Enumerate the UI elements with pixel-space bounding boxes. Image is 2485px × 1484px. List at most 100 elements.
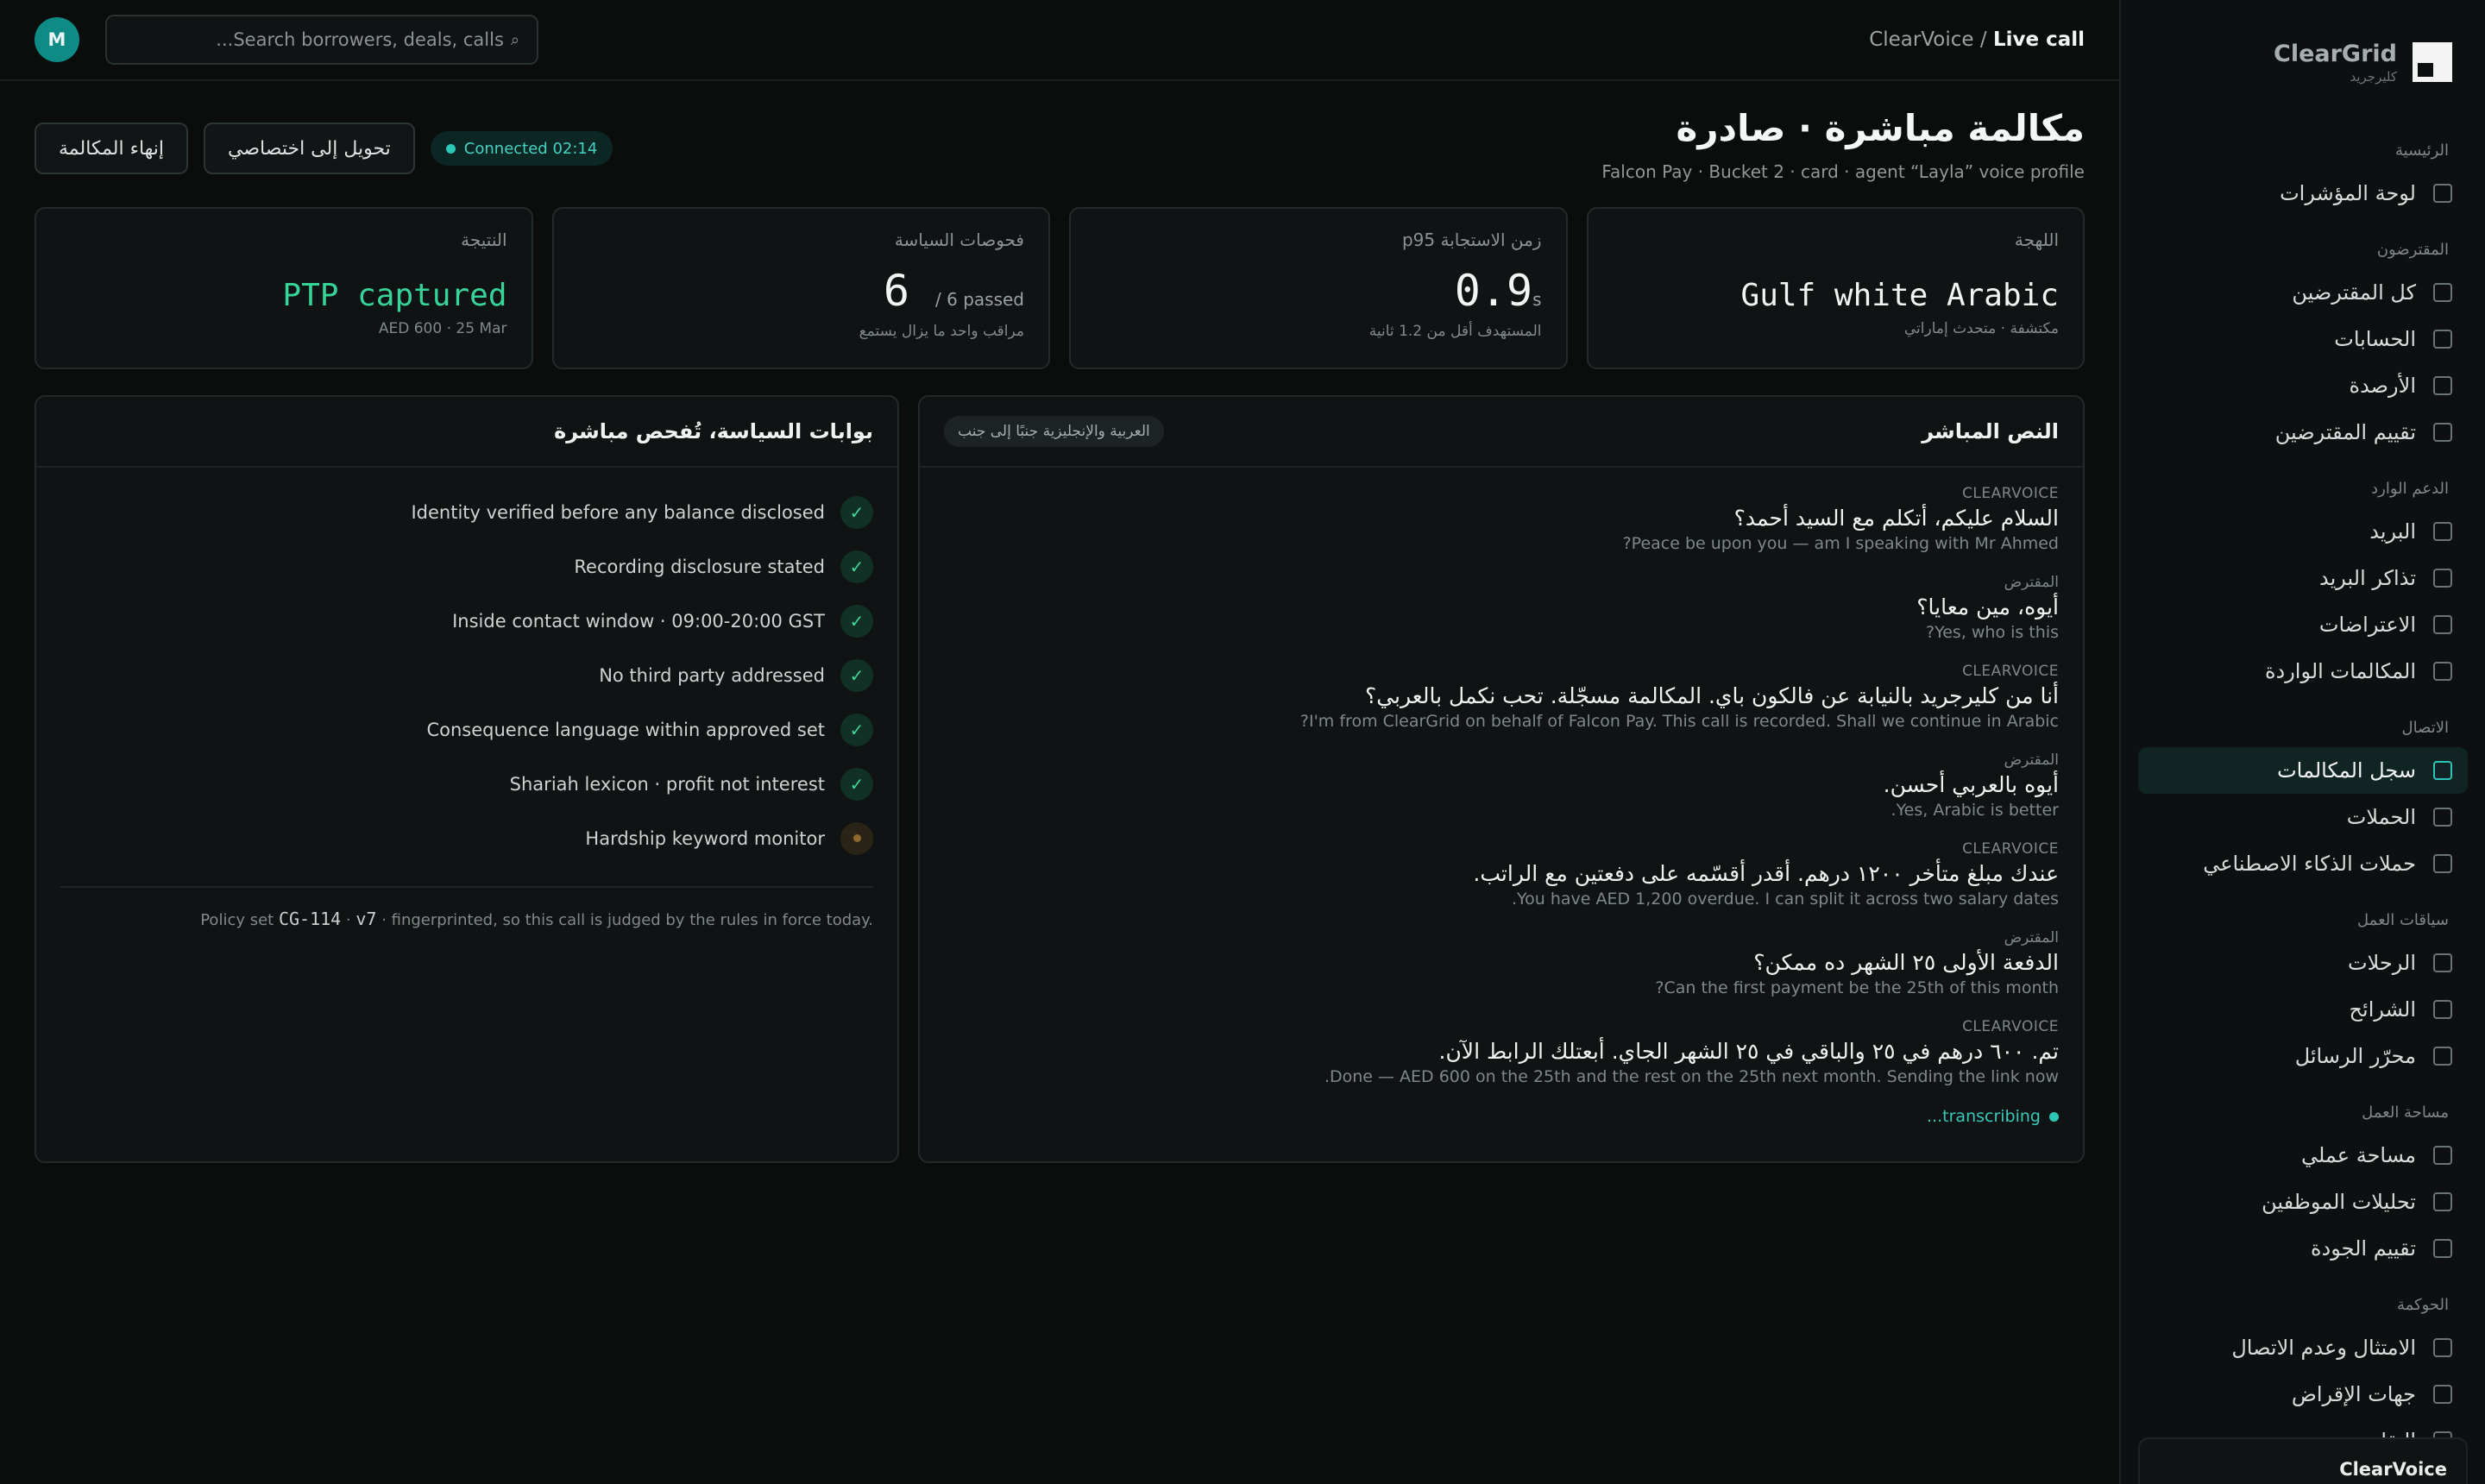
stat-outcome-sub: AED 600 · 25 Mar bbox=[378, 320, 507, 337]
sidebar-item-label: الحملات bbox=[2346, 805, 2416, 829]
transcript-turn: المقترض أيوه بالعربي أحسن. Yes, Arabic is … bbox=[944, 751, 2059, 820]
sidebar-item[interactable]: مساحة عملي bbox=[2138, 1132, 2468, 1179]
nav-section-label: الحوكمة bbox=[2396, 1296, 2449, 1314]
nav-item-icon bbox=[2433, 376, 2452, 395]
sidebar-footer-product[interactable]: ClearVoice bbox=[2138, 1437, 2468, 1484]
app-root: ClearGrid كليرجريد الرئيسية لوحة المؤشرات… bbox=[0, 0, 2485, 1484]
speaker-label: المقترض bbox=[2004, 751, 2059, 769]
transfer-to-specialist-button[interactable]: تحويل إلى اختصاصي bbox=[204, 123, 415, 174]
sidebar-item-label: الاعتراضات bbox=[2318, 613, 2416, 637]
nav-item-icon bbox=[2433, 953, 2452, 972]
policy-gates-panel: بوابات السياسة، تُفحص مباشرة ✓ Identity v… bbox=[35, 395, 899, 1163]
policy-gate-list: ✓ Identity verified before any balance di… bbox=[60, 485, 873, 865]
nav-item-icon bbox=[2433, 1385, 2452, 1404]
connection-status-text: Connected 02:14 bbox=[463, 139, 598, 158]
english-line: You have AED 1,200 overdue. I can split … bbox=[1512, 890, 2059, 909]
search-icon: ⌕ bbox=[510, 30, 519, 49]
sidebar-item-label: سجل المكالمات bbox=[2277, 758, 2416, 783]
sidebar-item[interactable]: حملات الذكاء الاصطناعي bbox=[2138, 840, 2468, 887]
english-line: Can the first payment be the 25th of thi… bbox=[1655, 978, 2059, 997]
sidebar-item-label: تقييم المقترضين bbox=[2274, 420, 2416, 444]
sidebar: ClearGrid كليرجريد الرئيسية لوحة المؤشرات… bbox=[2119, 0, 2485, 1484]
sidebar-item[interactable]: تحليلات الموظفين bbox=[2138, 1179, 2468, 1225]
nav-section-label: الاتصال bbox=[2401, 719, 2449, 737]
stat-latency-number: 0.9 bbox=[1454, 266, 1533, 316]
speaker-label: CLEARVOICE bbox=[1962, 840, 2059, 858]
speaker-label: CLEARVOICE bbox=[1962, 663, 2059, 680]
brand-subtitle: كليرجريد bbox=[2350, 68, 2397, 85]
stat-policy-label: فحوصات السياسة bbox=[894, 230, 1024, 250]
stat-outcome-value: PTP captured bbox=[282, 278, 507, 313]
page-subtitle: Falcon Pay · Bucket 2 · card · agent “La… bbox=[1601, 161, 2085, 182]
sidebar-item-label: محرّر الرسائل bbox=[2294, 1044, 2416, 1068]
sidebar-item[interactable]: جهات الإقراض bbox=[2138, 1371, 2468, 1418]
english-line: Peace be upon you — am I speaking with M… bbox=[1622, 534, 2059, 553]
language-mode-chip[interactable]: العربية والإنجليزية جنبًا إلى جنب bbox=[944, 416, 1164, 447]
search-box[interactable]: ⌕ bbox=[105, 15, 538, 65]
english-line: I'm from ClearGrid on behalf of Falcon P… bbox=[1299, 712, 2059, 731]
nav-item-icon bbox=[2433, 569, 2452, 588]
sidebar-item[interactable]: محرّر الرسائل bbox=[2138, 1033, 2468, 1079]
transcript-title: النص المباشر bbox=[1922, 419, 2059, 443]
arabic-line: أنا من كليرجريد بالنيابة عن فالكون باي. … bbox=[1364, 683, 2059, 708]
policy-title: بوابات السياسة، تُفحص مباشرة bbox=[554, 419, 873, 443]
stat-outcome-label: النتيجة bbox=[461, 230, 507, 250]
sidebar-item[interactable]: الحسابات bbox=[2138, 316, 2468, 362]
sidebar-item[interactable]: تذاكر البريد bbox=[2138, 555, 2468, 601]
policy-gate-label: Recording disclosure stated bbox=[574, 556, 825, 577]
policy-set-id: CG-114 bbox=[278, 909, 342, 929]
page-header: مكالمة مباشرة · صادرة Falcon Pay · Bucke… bbox=[35, 81, 2085, 207]
nav-section-label: الرئيسية bbox=[2395, 141, 2449, 160]
breadcrumb-parent[interactable]: ClearVoice bbox=[1869, 28, 1973, 51]
divider bbox=[60, 886, 873, 888]
search-input[interactable] bbox=[124, 29, 504, 50]
breadcrumb-separator: / bbox=[1973, 28, 1993, 51]
policy-gate-label: Identity verified before any balance dis… bbox=[411, 501, 825, 523]
transcribing-text: transcribing... bbox=[1927, 1107, 2041, 1126]
transcript-turns: CLEARVOICE السلام عليكم، أتكلم مع السيد أ… bbox=[920, 468, 2083, 1126]
sidebar-item-label: المكالمات الواردة bbox=[2264, 659, 2416, 683]
panels-row: النص المباشر العربية والإنجليزية جنبًا إ… bbox=[35, 395, 2085, 1163]
stat-card-latency: زمن الاستجابة p95 0.9s المستهدف أقل من 1… bbox=[1069, 207, 1568, 369]
nav-section-label: سياقات العمل bbox=[2357, 911, 2449, 929]
nav-item-icon bbox=[2433, 1146, 2452, 1165]
sidebar-item[interactable]: البريد bbox=[2138, 508, 2468, 555]
check-icon: ✓ bbox=[840, 550, 873, 583]
sidebar-item[interactable]: المكالمات الواردة bbox=[2138, 648, 2468, 695]
sidebar-item[interactable]: الحملات bbox=[2138, 794, 2468, 840]
sidebar-item[interactable]: الاعتراضات bbox=[2138, 601, 2468, 648]
sidebar-item[interactable]: الأرصدة bbox=[2138, 362, 2468, 409]
connected-dot-icon bbox=[445, 143, 456, 154]
sidebar-item[interactable]: سجل المكالمات bbox=[2138, 747, 2468, 794]
sidebar-item[interactable]: لوحة المؤشرات bbox=[2138, 170, 2468, 217]
english-line: Done — AED 600 on the 25th and the rest … bbox=[1324, 1067, 2059, 1086]
english-line: Yes, who is this? bbox=[1926, 623, 2059, 642]
sidebar-item[interactable]: تقييم المقترضين bbox=[2138, 409, 2468, 456]
policy-gate: ✓ No third party addressed bbox=[60, 648, 873, 702]
stat-policy-value: 6 / 6 passed bbox=[578, 266, 1024, 316]
policy-set-footer: Policy set CG-114 · v7 · fingerprinted, … bbox=[60, 909, 873, 929]
stat-policy-number: 6 bbox=[883, 266, 909, 316]
transcript-turn: CLEARVOICE أنا من كليرجريد بالنيابة عن فا… bbox=[944, 663, 2059, 731]
policy-gate-label: No third party addressed bbox=[599, 664, 825, 686]
nav-item-icon bbox=[2433, 522, 2452, 541]
nav-item-icon bbox=[2433, 184, 2452, 203]
nav-item-icon bbox=[2433, 1192, 2452, 1211]
sidebar-item-label: تحليلات الموظفين bbox=[2262, 1190, 2416, 1214]
sidebar-item-label: جهات الإقراض bbox=[2291, 1382, 2416, 1406]
stat-card-policy: فحوصات السياسة 6 / 6 passed مراقب واحد م… bbox=[551, 207, 1050, 369]
sidebar-item[interactable]: الامتثال وعدم الاتصال bbox=[2138, 1324, 2468, 1371]
policy-footer-dot: · bbox=[341, 911, 356, 929]
sidebar-item[interactable]: تقييم الجودة bbox=[2138, 1225, 2468, 1272]
sidebar-item[interactable]: كل المقترضين bbox=[2138, 269, 2468, 316]
policy-set-version: v7 bbox=[355, 909, 377, 929]
end-call-button[interactable]: إنهاء المكالمة bbox=[35, 123, 189, 174]
stat-latency-unit: s bbox=[1532, 289, 1542, 310]
arabic-line: تم. ٦٠٠ درهم في ٢٥ والباقي في ٢٥ الشهر ا… bbox=[1438, 1039, 2060, 1064]
english-line: Yes, Arabic is better. bbox=[1890, 801, 2059, 820]
sidebar-item[interactable]: الرحلات bbox=[2138, 940, 2468, 986]
policy-gate: Hardship keyword monitor bbox=[60, 811, 873, 865]
policy-gate: ✓ Identity verified before any balance di… bbox=[60, 485, 873, 539]
avatar[interactable]: M bbox=[35, 17, 79, 62]
sidebar-item[interactable]: الشرائح bbox=[2138, 986, 2468, 1033]
